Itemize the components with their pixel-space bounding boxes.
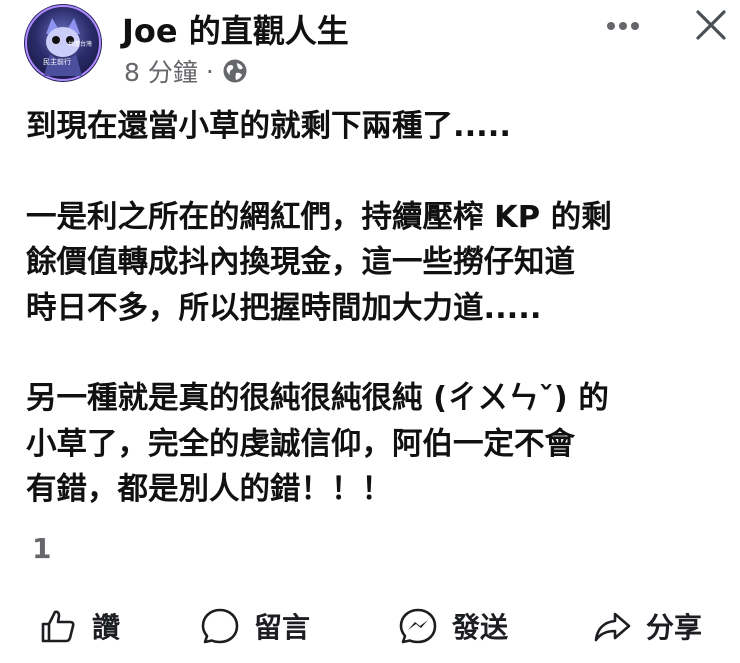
post-header: 民主前行 共體台灣 Joe 的直觀人生 8 分鐘 · — [0, 0, 740, 92]
post-line: 時日不多，所以把握時間加大力道..... — [26, 290, 542, 326]
thumbs-up-icon — [41, 610, 75, 643]
post-line: 一是利之所在的網紅們，持續壓榨 KP 的剩 — [26, 199, 612, 235]
like-button[interactable]: 讚 — [38, 600, 120, 652]
post-line: 小草了，完全的虔誠信仰，阿伯一定不會 — [26, 426, 575, 462]
avatar-image: 民主前行 共體台灣 — [25, 5, 101, 81]
send-button[interactable]: 發送 — [398, 600, 508, 652]
post-line: 另一種就是真的很純很純很純 (ㄔㄨㄣˇ) 的 — [26, 381, 609, 416]
avatar-text-right: 共體台灣 — [68, 40, 92, 48]
avatar[interactable]: 民主前行 共體台灣 — [24, 4, 102, 82]
messenger-icon — [399, 608, 437, 644]
comment-button[interactable]: 留言 — [200, 600, 310, 652]
comment-label: 留言 — [254, 611, 311, 644]
post-line: 有錯，都是別人的錯！！！ — [26, 472, 392, 507]
meta-separator: · — [205, 56, 214, 86]
share-button[interactable]: 分享 — [592, 600, 702, 652]
share-arrow-icon — [594, 612, 631, 642]
close-icon — [696, 10, 726, 40]
more-options-button[interactable] — [603, 14, 643, 38]
share-label: 分享 — [646, 611, 703, 644]
like-label: 讚 — [92, 611, 121, 644]
more-horizontal-icon — [607, 22, 639, 30]
reaction-count[interactable]: 1 — [32, 532, 51, 565]
avatar-text-left: 民主前行 — [43, 57, 71, 66]
post-time[interactable]: 8 分鐘 — [124, 53, 198, 89]
send-label: 發送 — [452, 611, 509, 644]
post-line: 到現在還當小草的就剩下兩種了..... — [26, 109, 511, 144]
post-body: 到現在還當小草的就剩下兩種了..... 一是利之所在的網紅們，持續壓榨 KP 的… — [26, 104, 726, 513]
globe-icon — [223, 59, 247, 83]
author-name[interactable]: Joe 的直觀人生 — [122, 6, 349, 52]
action-bar: 讚 留言 發送 分享 — [0, 600, 740, 652]
comment-bubble-icon — [201, 608, 239, 644]
post-line: 餘價值轉成抖內換現金，這一些撈仔知道 — [26, 245, 575, 280]
post-meta: 8 分鐘 · — [124, 53, 248, 89]
close-button[interactable] — [694, 8, 728, 42]
